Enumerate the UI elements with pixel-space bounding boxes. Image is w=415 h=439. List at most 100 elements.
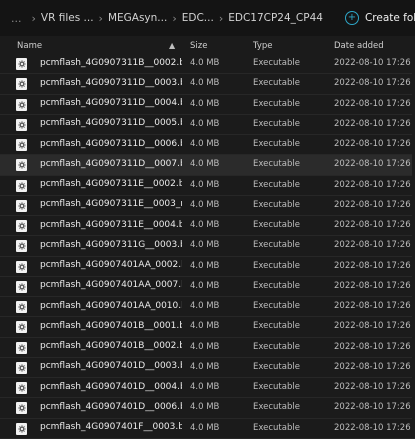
file-type: Executable bbox=[253, 78, 300, 89]
file-row[interactable]: pcmflash_4G0907401D__0003.bin 4.0 MB Execu… bbox=[0, 358, 415, 378]
file-size: 4.0 MB bbox=[190, 118, 220, 129]
file-date-added: 2022-08-10 17:26 bbox=[334, 321, 411, 332]
executable-file-icon bbox=[16, 382, 27, 394]
file-name: pcmflash_4G0907311D__0007.bin bbox=[40, 158, 182, 169]
executable-file-icon bbox=[16, 220, 27, 232]
file-size: 4.0 MB bbox=[190, 139, 220, 149]
column-header-type[interactable]: Type bbox=[253, 41, 273, 51]
column-header-size[interactable]: Size bbox=[190, 41, 207, 51]
executable-file-icon bbox=[16, 58, 27, 70]
file-type: Executable bbox=[253, 58, 300, 68]
file-name: pcmflash_4G0907401B__0001.bin bbox=[40, 320, 182, 331]
file-row[interactable]: pcmflash_4G0907401AA_0002.bin 4.0 MB Execu… bbox=[0, 257, 415, 277]
file-name: pcmflash_4G0907401AA_0007.bin bbox=[40, 280, 182, 291]
file-type: Executable bbox=[253, 139, 300, 149]
file-type: Executable bbox=[253, 118, 300, 129]
column-header-date[interactable]: Date added bbox=[334, 41, 384, 51]
file-name: pcmflash_4G0907311E__0002.bin bbox=[40, 179, 182, 189]
file-name: pcmflash_4G0907401B__0002.bin bbox=[40, 341, 182, 351]
file-date-added: 2022-08-10 17:26 bbox=[334, 179, 411, 190]
breadcrumb-item-megasync[interactable]: MEGAsyn... bbox=[108, 12, 167, 24]
file-row[interactable]: pcmflash_4G0907311D__0005.bin 4.0 MB Execu… bbox=[0, 115, 415, 135]
sort-ascending-icon[interactable]: ▲ bbox=[169, 41, 175, 50]
file-date-added: 2022-08-10 17:26 bbox=[334, 361, 411, 372]
file-name: pcmflash_4G0907311D__0005.bin bbox=[40, 118, 182, 129]
file-date-added: 2022-08-10 17:26 bbox=[334, 402, 411, 413]
file-type: Executable bbox=[253, 382, 300, 392]
file-name: pcmflash_4G0907311D__0004.bin bbox=[40, 98, 182, 108]
file-row[interactable]: pcmflash_4G0907401D__0004.bin 4.0 MB Execu… bbox=[0, 378, 415, 399]
breadcrumb-ellipsis[interactable]: ... bbox=[6, 12, 27, 25]
executable-file-icon bbox=[16, 159, 27, 172]
create-folder-button[interactable]: + Create folder bbox=[344, 0, 415, 36]
toolbar: ... › VR files ... › MEGAsyn... › EDC...… bbox=[0, 0, 415, 36]
file-row[interactable]: pcmflash_4G0907311D__0003.bin 4.0 MB Execu… bbox=[0, 74, 415, 95]
file-date-added: 2022-08-10 17:26 bbox=[334, 58, 411, 68]
file-date-added: 2022-08-10 17:26 bbox=[334, 260, 411, 271]
file-row[interactable]: pcmflash_4G0907311G__0003.bin 4.0 MB Execu… bbox=[0, 236, 415, 257]
chevron-right-icon: › bbox=[31, 11, 36, 25]
executable-file-icon bbox=[16, 118, 27, 131]
file-name: pcmflash_4G0907311E__0004.bin bbox=[40, 219, 182, 230]
breadcrumb-item-edc[interactable]: EDC... bbox=[182, 12, 214, 24]
file-row[interactable]: pcmflash_4G0907311E__0004.bin 4.0 MB Execu… bbox=[0, 216, 415, 237]
executable-file-icon bbox=[16, 301, 27, 313]
file-list: pcmflash_4G0907311B__0002.bin 4.0 MB Execu… bbox=[0, 54, 415, 439]
file-size: 4.0 MB bbox=[190, 199, 220, 210]
file-type: Executable bbox=[253, 199, 300, 210]
file-row[interactable]: pcmflash_4G0907401D__0006.bin 4.0 MB Execu… bbox=[0, 398, 415, 419]
file-row[interactable]: pcmflash_4G0907311B__0002.bin 4.0 MB Execu… bbox=[0, 54, 415, 75]
file-size: 4.0 MB bbox=[190, 58, 220, 68]
executable-file-icon bbox=[16, 78, 27, 91]
chevron-right-icon: › bbox=[172, 11, 177, 25]
file-date-added: 2022-08-10 17:26 bbox=[334, 78, 411, 89]
file-date-added: 2022-08-10 17:26 bbox=[334, 220, 411, 230]
column-header-name[interactable]: Name bbox=[17, 41, 42, 51]
file-date-added: 2022-08-10 17:26 bbox=[334, 118, 411, 129]
executable-file-icon bbox=[16, 361, 27, 374]
file-type: Executable bbox=[253, 341, 300, 352]
file-type: Executable bbox=[253, 402, 300, 413]
executable-file-icon bbox=[16, 240, 27, 253]
breadcrumb-item-vr-files[interactable]: VR files ... bbox=[41, 12, 94, 24]
file-row[interactable]: pcmflash_4G0907401B__0001.bin 4.0 MB Execu… bbox=[0, 317, 415, 338]
file-date-added: 2022-08-10 17:26 bbox=[334, 159, 411, 170]
file-row[interactable]: pcmflash_4G0907311D__0007.bin 4.0 MB Execu… bbox=[0, 155, 415, 176]
file-row[interactable]: pcmflash_4G0907401AA_0007.bin 4.0 MB Execu… bbox=[0, 277, 415, 297]
file-row[interactable]: pcmflash_4G0907401B__0002.bin 4.0 MB Execu… bbox=[0, 338, 415, 358]
file-size: 4.0 MB bbox=[190, 260, 220, 271]
breadcrumb: ... › VR files ... › MEGAsyn... › EDC...… bbox=[0, 0, 323, 36]
file-name: pcmflash_4G0907401F__0003.bin bbox=[40, 422, 182, 432]
file-size: 4.0 MB bbox=[190, 422, 220, 433]
file-size: 4.0 MB bbox=[190, 301, 220, 311]
file-date-added: 2022-08-10 17:26 bbox=[334, 301, 411, 311]
plus-circle-icon: + bbox=[344, 11, 359, 25]
file-size: 4.0 MB bbox=[190, 220, 220, 230]
file-type: Executable bbox=[253, 240, 300, 251]
file-date-added: 2022-08-10 17:26 bbox=[334, 139, 411, 149]
file-row[interactable]: pcmflash_4G0907311E__0002.bin 4.0 MB Execu… bbox=[0, 176, 415, 196]
executable-file-icon bbox=[16, 422, 27, 435]
breadcrumb-item-current-folder[interactable]: EDC17CP24_CP44 bbox=[228, 12, 323, 24]
file-date-added: 2022-08-10 17:26 bbox=[334, 280, 411, 291]
file-type: Executable bbox=[253, 321, 300, 332]
executable-file-icon bbox=[16, 260, 27, 273]
file-name: pcmflash_4G0907311E__0003_n... bbox=[40, 199, 182, 210]
file-row[interactable]: pcmflash_4G0907311E__0003_n... 4.0 MB Exec… bbox=[0, 196, 415, 216]
chevron-right-icon: › bbox=[98, 11, 103, 25]
file-size: 4.0 MB bbox=[190, 280, 220, 291]
file-row[interactable]: pcmflash_4G0907401AA_0010.bin 4.0 MB Execu… bbox=[0, 297, 415, 318]
executable-file-icon bbox=[16, 199, 27, 212]
file-type: Executable bbox=[253, 301, 300, 311]
file-row[interactable]: pcmflash_4G0907311D__0006.bin 4.0 MB Execu… bbox=[0, 135, 415, 156]
file-size: 4.0 MB bbox=[190, 341, 220, 352]
file-size: 4.0 MB bbox=[190, 159, 220, 170]
file-name: pcmflash_4G0907401AA_0010.bin bbox=[40, 300, 182, 311]
file-date-added: 2022-08-10 17:26 bbox=[334, 240, 411, 251]
file-row[interactable]: pcmflash_4G0907311D__0004.bin 4.0 MB Execu… bbox=[0, 95, 415, 115]
file-type: Executable bbox=[253, 280, 300, 291]
file-name: pcmflash_4G0907311B__0002.bin bbox=[40, 57, 182, 68]
executable-file-icon bbox=[16, 341, 27, 354]
file-date-added: 2022-08-10 17:26 bbox=[334, 341, 411, 352]
executable-file-icon bbox=[16, 321, 27, 334]
